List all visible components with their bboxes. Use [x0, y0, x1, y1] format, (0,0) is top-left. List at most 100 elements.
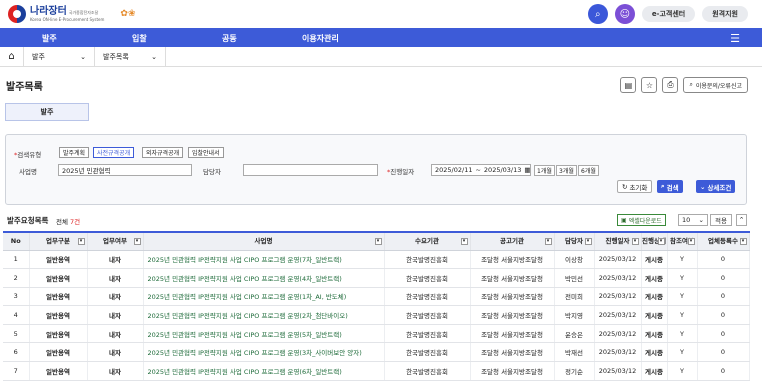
project-name-link[interactable]: 2025년 민관협력 IP전략지원 사업 CIPO 프로그램 운영(5차_일반트… [143, 324, 385, 344]
project-name-link[interactable]: 2025년 민관협력 IP전략지원 사업 CIPO 프로그램 운영(6차_일반트… [143, 361, 385, 381]
menu-icon[interactable]: ☰ [730, 32, 740, 45]
column-filter-icon[interactable]: ▾ [460, 238, 468, 245]
table-row[interactable]: 7 일반용역 내자 2025년 민관협력 IP전략지원 사업 CIPO 프로그램 운영… [3, 361, 750, 381]
column-filter-icon[interactable]: ▾ [544, 238, 552, 245]
table-cell: 한국발명진흥회 [384, 324, 471, 344]
project-name-link[interactable]: 2025년 민관협력 IP전략지원 사업 CIPO 프로그램 운영(1차_AI,… [143, 287, 385, 307]
favorite-star-icon[interactable]: ☆ [641, 77, 658, 93]
excel-download-button[interactable]: ▣ 엑셀다운로드 [617, 214, 666, 226]
type-order-plan[interactable]: 발주계획 [59, 147, 90, 158]
project-name-input[interactable]: 2025년 민관협력 [58, 164, 192, 176]
excel-icon: ▣ [621, 216, 627, 224]
table-cell: 한국발명진흥회 [384, 250, 471, 270]
tab-order[interactable]: 발주 [5, 103, 89, 121]
column-header[interactable]: 사업명 ▾ [143, 231, 385, 251]
column-header-label: 공고기관 [500, 237, 524, 245]
detail-conditions-button[interactable]: ⌄ 상세조건 [696, 180, 736, 193]
table-cell: 2025/03/12 [594, 342, 642, 363]
table-cell: Y [667, 324, 698, 344]
table-cell: 박민선 [554, 268, 595, 288]
search-button[interactable]: ⌕ 검색 [657, 180, 683, 193]
collapse-icon[interactable]: ⌃ [736, 214, 747, 226]
user-icon[interactable]: ☺ [614, 4, 635, 24]
table-row[interactable]: 4 일반용역 내자 2025년 민관협력 IP전략지원 사업 CIPO 프로그램 운영… [3, 305, 750, 325]
column-filter-icon[interactable]: ▾ [631, 238, 639, 245]
manager-input[interactable] [243, 164, 378, 176]
table-cell: 게시중 [641, 342, 668, 363]
table-row[interactable]: 5 일반용역 내자 2025년 민관협력 IP전략지원 사업 CIPO 프로그램 운영… [3, 324, 750, 344]
period-1-month[interactable]: 1개월 [534, 165, 555, 176]
project-name-link[interactable]: 2025년 민관협력 IP전략지원 사업 CIPO 프로그램 운영(3차_사이버… [143, 342, 385, 363]
main-nav: 발주 입찰 공동 이용자관리 ☰ [0, 28, 762, 47]
page-size-select[interactable]: 10 ⌄ [678, 214, 708, 226]
period-6-months[interactable]: 6개월 [578, 165, 599, 176]
type-foreign-spec[interactable]: 외자규격공개 [142, 147, 184, 158]
table-row[interactable]: 2 일반용역 내자 2025년 민관협력 IP전략지원 사업 CIPO 프로그램 운영… [3, 268, 750, 288]
home-icon[interactable]: ⌂ [0, 46, 24, 67]
column-filter-icon[interactable]: ▾ [657, 238, 665, 245]
table-cell: 조달청 서울지방조달청 [470, 324, 555, 344]
breadcrumb-select-level2[interactable]: 발주목록 ⌄ [95, 46, 166, 67]
table-cell: 내자 [87, 342, 144, 363]
apply-button[interactable]: 적용 [710, 214, 732, 226]
breadcrumb-select-level1[interactable]: 발주 ⌄ [24, 46, 95, 67]
nav-item-bid[interactable]: 입찰 [132, 33, 147, 44]
table-cell: 1 [3, 250, 30, 270]
table-cell: 내자 [87, 287, 144, 307]
table-cell: 4 [3, 305, 30, 325]
table-cell: 게시중 [641, 250, 668, 270]
table-cell: 2 [3, 268, 30, 288]
table-cell: 조달청 서울지방조달청 [470, 305, 555, 325]
column-header[interactable]: No [3, 231, 30, 251]
search-panel: *검색유형 발주계획 사전규격공개 외자규격공개 입찰안내서 사업명 2025년… [5, 134, 747, 205]
column-filter-icon[interactable]: ▾ [584, 238, 592, 245]
reset-button[interactable]: ↻ 초기화 [617, 180, 653, 193]
column-filter-icon[interactable]: ▾ [687, 238, 695, 245]
table-cell: 내자 [87, 361, 144, 381]
column-header[interactable]: 참조여부 ▾ [667, 231, 698, 251]
table-row[interactable]: 6 일반용역 내자 2025년 민관협력 IP전략지원 사업 CIPO 프로그램 운영… [3, 342, 750, 363]
customer-center-button[interactable]: e-고객센터 [641, 6, 696, 22]
logo-eng-subtitle: Korea ON-line E-Procurement System [30, 16, 105, 22]
site-logo[interactable]: 나라장터 국가종합전자조달 Korea ON-line E-Procuremen… [8, 5, 136, 23]
type-pre-spec[interactable]: 사전규격공개 [93, 147, 135, 158]
column-filter-icon[interactable]: ▾ [133, 238, 141, 245]
manual-icon[interactable]: ▤ [620, 77, 637, 93]
period-3-months[interactable]: 3개월 [556, 165, 577, 176]
column-header[interactable]: 진행일자 ▾ [594, 231, 642, 251]
column-header[interactable]: 공고기관 ▾ [470, 231, 555, 251]
column-header-label: 진행일자 [605, 237, 630, 245]
remote-support-button[interactable]: 원격지원 [702, 6, 748, 22]
table-cell: 내자 [87, 268, 144, 288]
table-cell: Y [667, 250, 698, 270]
table-row[interactable]: 3 일반용역 내자 2025년 민관협력 IP전략지원 사업 CIPO 프로그램 운영… [3, 287, 750, 307]
column-header[interactable]: 담당자 ▾ [554, 231, 595, 251]
column-header-label: 사업명 [254, 237, 273, 245]
column-header[interactable]: 업무여부 ▾ [87, 231, 144, 251]
column-filter-icon[interactable]: ▾ [77, 238, 85, 245]
column-filter-icon[interactable]: ▾ [739, 238, 747, 245]
consult-report-button[interactable]: ⌕ 이용문의/오류신고 [683, 77, 748, 93]
column-header[interactable]: 진행상태 ▾ [641, 231, 668, 251]
table-cell: 박재선 [554, 342, 595, 363]
column-filter-icon[interactable]: ▾ [374, 238, 382, 245]
date-range-input[interactable]: 2025/02/11 ~ 2025/03/13 ▦ [431, 164, 531, 176]
table-cell: 게시중 [641, 268, 668, 288]
column-header[interactable]: 업무구분 ▾ [29, 231, 88, 251]
column-header[interactable]: 수요기관 ▾ [384, 231, 471, 251]
column-header-label: 수요기관 [415, 237, 439, 245]
print-icon[interactable]: ⎙ [662, 77, 679, 93]
nav-item-user-management[interactable]: 이용자관리 [302, 33, 339, 44]
table-cell: 내자 [87, 324, 144, 344]
project-name-link[interactable]: 2025년 민관협력 IP전략지원 사업 CIPO 프로그램 운영(4차_일반트… [143, 268, 385, 288]
table-header-row: No 업무구분 ▾ 업무여부 ▾ 사업명 ▾ 수요기관 ▾ 공고기관 ▾ 담당자 ▾ 진행일자 ▾ 진행상태 ▾… [3, 231, 750, 251]
column-header[interactable]: 업체등록수 ▾ [697, 231, 750, 251]
list-toolbar: 발주요청목록 전체 7건 ▣ 엑셀다운로드 10 ⌄ 적용 ⌃ [0, 212, 762, 228]
table-row[interactable]: 1 일반용역 내자 2025년 민관협력 IP전략지원 사업 CIPO 프로그램 운영… [3, 250, 750, 270]
nav-item-joint[interactable]: 공동 [222, 33, 237, 44]
nav-item-order[interactable]: 발주 [42, 33, 57, 44]
type-bid-guide[interactable]: 입찰안내서 [188, 147, 224, 158]
search-icon[interactable]: ⌕ [587, 4, 608, 24]
project-name-link[interactable]: 2025년 민관협력 IP전략지원 사업 CIPO 프로그램 운영(7차_일반트… [143, 250, 385, 270]
project-name-link[interactable]: 2025년 민관협력 IP전략지원 사업 CIPO 프로그램 운영(2차_첨단바… [143, 305, 385, 325]
